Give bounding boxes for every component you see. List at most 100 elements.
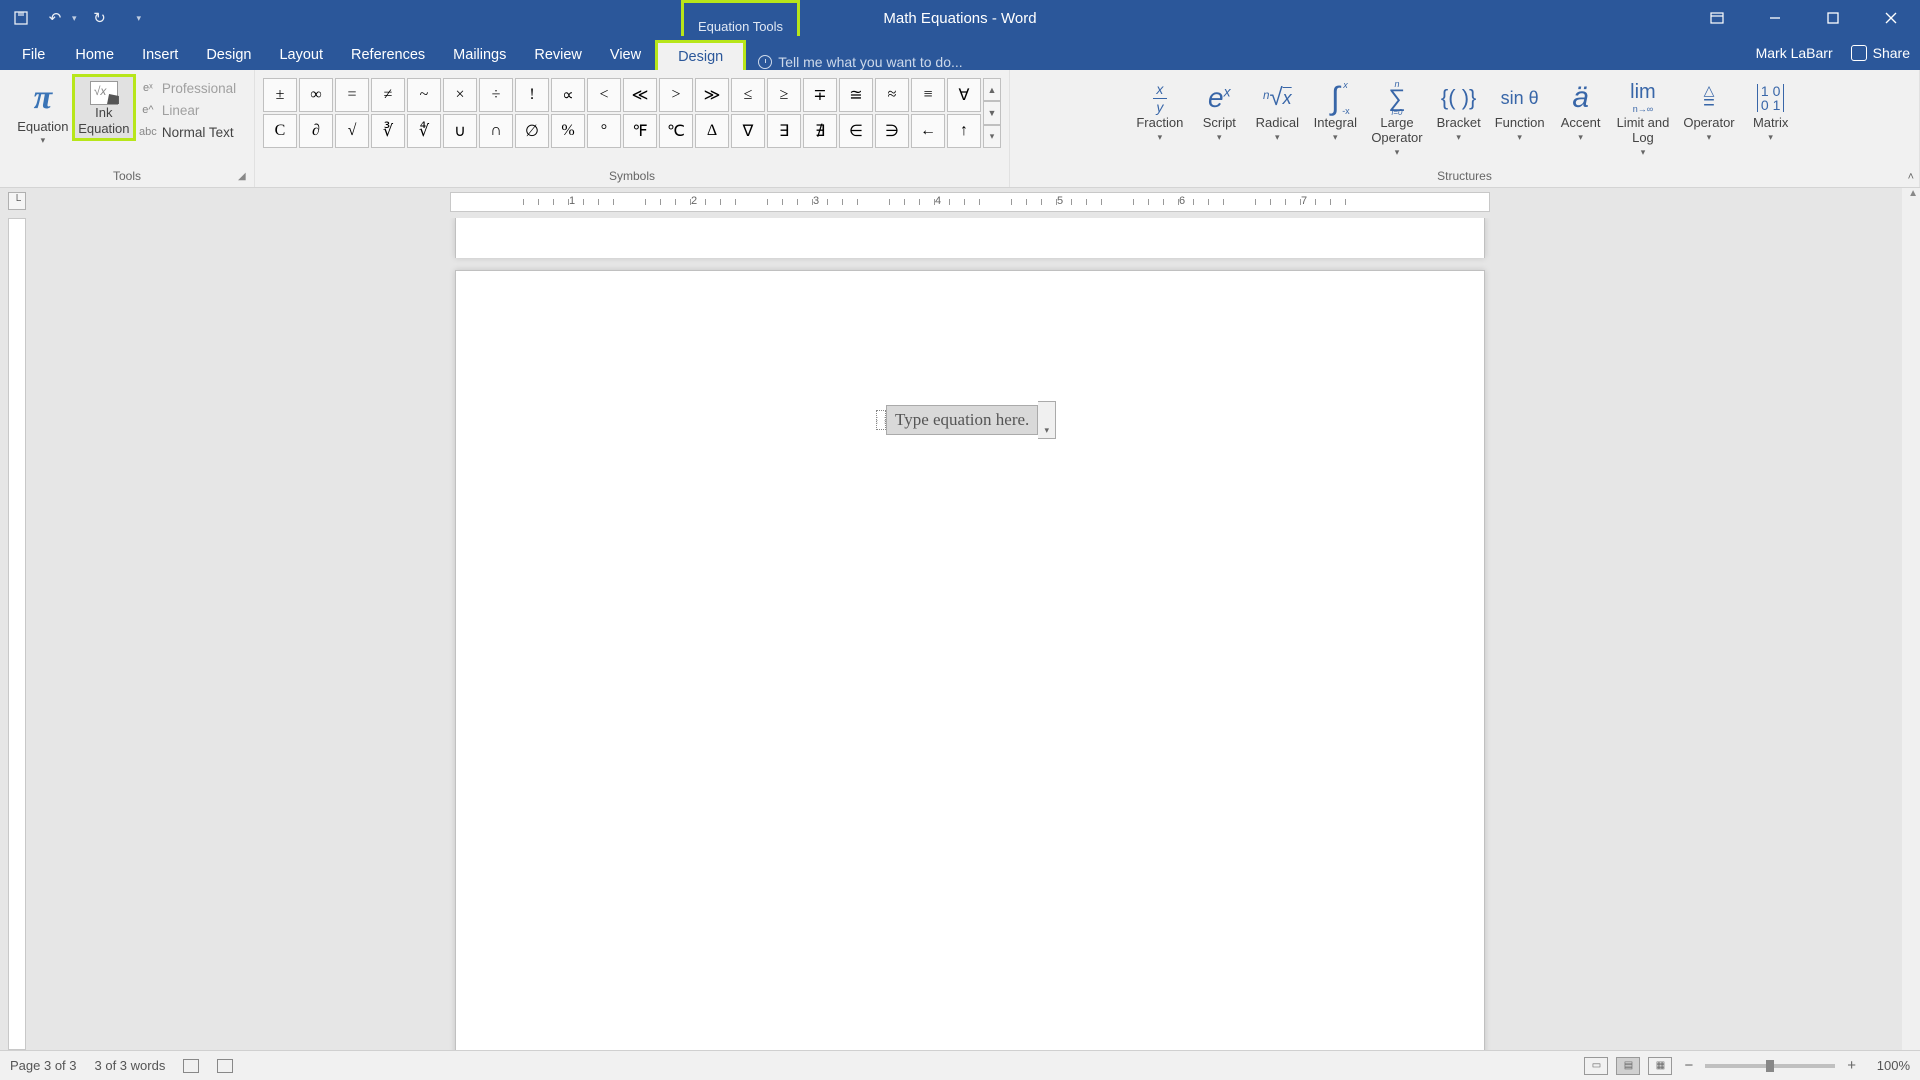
symbol-button[interactable]: < [587, 78, 621, 112]
read-mode-view[interactable]: ▭ [1584, 1057, 1608, 1075]
tab-selector[interactable]: └ [8, 192, 26, 210]
zoom-thumb[interactable] [1766, 1060, 1774, 1072]
ribbon-display-options-icon[interactable] [1688, 0, 1746, 36]
symbol-button[interactable]: ← [911, 114, 945, 148]
symbol-button[interactable]: ≤ [731, 78, 765, 112]
share-button[interactable]: Share [1851, 45, 1910, 61]
collapse-ribbon-icon[interactable]: ˄ [1908, 171, 1914, 183]
qat-customize-icon[interactable]: ▾ [137, 13, 142, 24]
print-layout-view[interactable]: ▤ [1616, 1057, 1640, 1075]
tab-home[interactable]: Home [61, 39, 128, 70]
structure-large-operator-button[interactable]: n∑i=0Large Operator▾ [1365, 78, 1428, 159]
equation-move-handle[interactable]: ⋮⋮ [876, 410, 886, 430]
symbol-button[interactable]: ∂ [299, 114, 333, 148]
equation-content-control[interactable]: ⋮⋮ Type equation here. ▾ [876, 401, 1056, 439]
account-name[interactable]: Mark LaBarr [1756, 45, 1833, 61]
redo-icon[interactable]: ↻ [89, 7, 111, 29]
structure-bracket-button[interactable]: {( )}Bracket▾ [1431, 78, 1487, 159]
undo-dropdown-icon[interactable]: ▾ [72, 13, 77, 24]
symbol-button[interactable]: ≥ [767, 78, 801, 112]
symbol-button[interactable]: C [263, 114, 297, 148]
linear-button[interactable]: e^ Linear [136, 100, 240, 120]
symbol-button[interactable]: ~ [407, 78, 441, 112]
symbol-button[interactable]: ∋ [875, 114, 909, 148]
macro-icon[interactable] [217, 1059, 233, 1073]
symbol-button[interactable]: ≡ [911, 78, 945, 112]
symbol-button[interactable]: ∃ [767, 114, 801, 148]
tell-me-search[interactable]: Tell me what you want to do... [758, 54, 962, 70]
normal-text-button[interactable]: abc Normal Text [136, 122, 240, 142]
zoom-in-button[interactable]: + [1843, 1057, 1860, 1074]
structure-fraction-button[interactable]: xyFraction▾ [1130, 78, 1189, 159]
web-layout-view[interactable]: ▦ [1648, 1057, 1672, 1075]
symbol-button[interactable]: ≈ [875, 78, 909, 112]
tab-equation-design[interactable]: Design [655, 40, 746, 71]
symbol-button[interactable]: ↑ [947, 114, 981, 148]
status-words[interactable]: 3 of 3 words [95, 1058, 166, 1073]
symbol-button[interactable]: ℃ [659, 114, 693, 148]
symbol-button[interactable]: ℉ [623, 114, 657, 148]
structure-function-button[interactable]: sin θFunction▾ [1489, 78, 1551, 159]
symbol-button[interactable]: ∞ [299, 78, 333, 112]
symbols-scroll-up[interactable]: ▲ [983, 78, 1001, 101]
symbol-button[interactable]: % [551, 114, 585, 148]
symbol-button[interactable]: ≠ [371, 78, 405, 112]
symbol-button[interactable]: √ [335, 114, 369, 148]
structure-matrix-button[interactable]: 1 00 1Matrix▾ [1743, 78, 1799, 159]
tab-file[interactable]: File [6, 39, 61, 70]
vertical-scrollbar[interactable]: ▲ [1902, 188, 1920, 1050]
maximize-icon[interactable] [1804, 0, 1862, 36]
symbol-button[interactable]: ∓ [803, 78, 837, 112]
tab-review[interactable]: Review [520, 39, 596, 70]
structure-operator-button[interactable]: △=Operator▾ [1677, 78, 1740, 159]
symbol-button[interactable]: ± [263, 78, 297, 112]
undo-icon[interactable]: ↶ [44, 7, 66, 29]
symbol-button[interactable]: ≪ [623, 78, 657, 112]
symbol-button[interactable]: ° [587, 114, 621, 148]
tools-dialog-launcher[interactable]: ◢ [238, 171, 250, 183]
symbol-button[interactable]: ∈ [839, 114, 873, 148]
ink-equation-button[interactable]: Ink Equation [72, 74, 136, 141]
symbol-button[interactable]: ∜ [407, 114, 441, 148]
zoom-out-button[interactable]: − [1680, 1057, 1697, 1074]
status-page[interactable]: Page 3 of 3 [10, 1058, 77, 1073]
symbols-expand[interactable]: ▾ [983, 125, 1001, 148]
tab-references[interactable]: References [337, 39, 439, 70]
tab-insert[interactable]: Insert [128, 39, 192, 70]
symbol-button[interactable]: ≅ [839, 78, 873, 112]
tab-design[interactable]: Design [192, 39, 265, 70]
minimize-icon[interactable] [1746, 0, 1804, 36]
symbols-scroll-down[interactable]: ▼ [983, 101, 1001, 124]
save-icon[interactable] [10, 7, 32, 29]
structure-limit-log-button[interactable]: limn→∞Limit and Log▾ [1611, 78, 1676, 159]
symbol-button[interactable]: ≫ [695, 78, 729, 112]
symbol-button[interactable]: ∆ [695, 114, 729, 148]
tab-view[interactable]: View [596, 39, 655, 70]
equation-placeholder-text[interactable]: Type equation here. [886, 405, 1038, 435]
zoom-slider[interactable] [1705, 1064, 1835, 1068]
symbol-button[interactable]: ∇ [731, 114, 765, 148]
close-icon[interactable] [1862, 0, 1920, 36]
symbol-button[interactable]: ∩ [479, 114, 513, 148]
symbol-button[interactable]: = [335, 78, 369, 112]
scroll-up-icon[interactable]: ▲ [1908, 188, 1918, 199]
tab-mailings[interactable]: Mailings [439, 39, 520, 70]
symbol-button[interactable]: ∛ [371, 114, 405, 148]
professional-button[interactable]: eˣ Professional [136, 78, 240, 98]
vertical-ruler[interactable] [8, 218, 26, 1050]
symbol-button[interactable]: ∪ [443, 114, 477, 148]
zoom-value[interactable]: 100% [1868, 1058, 1910, 1073]
page[interactable]: ⋮⋮ Type equation here. ▾ [455, 270, 1485, 1050]
symbol-button[interactable]: ∄ [803, 114, 837, 148]
horizontal-ruler[interactable]: 1234567 [450, 192, 1490, 212]
structure-radical-button[interactable]: n√xRadical▾ [1249, 78, 1305, 159]
structure-accent-button[interactable]: äAccent▾ [1553, 78, 1609, 159]
equation-button[interactable]: π Equation ▾ [14, 74, 72, 150]
symbol-button[interactable]: ÷ [479, 78, 513, 112]
symbol-button[interactable]: × [443, 78, 477, 112]
structure-script-button[interactable]: exScript▾ [1191, 78, 1247, 159]
tab-layout[interactable]: Layout [265, 39, 337, 70]
equation-options-dropdown[interactable]: ▾ [1038, 401, 1056, 439]
structure-integral-button[interactable]: ∫x-xIntegral▾ [1307, 78, 1363, 159]
symbol-button[interactable]: > [659, 78, 693, 112]
